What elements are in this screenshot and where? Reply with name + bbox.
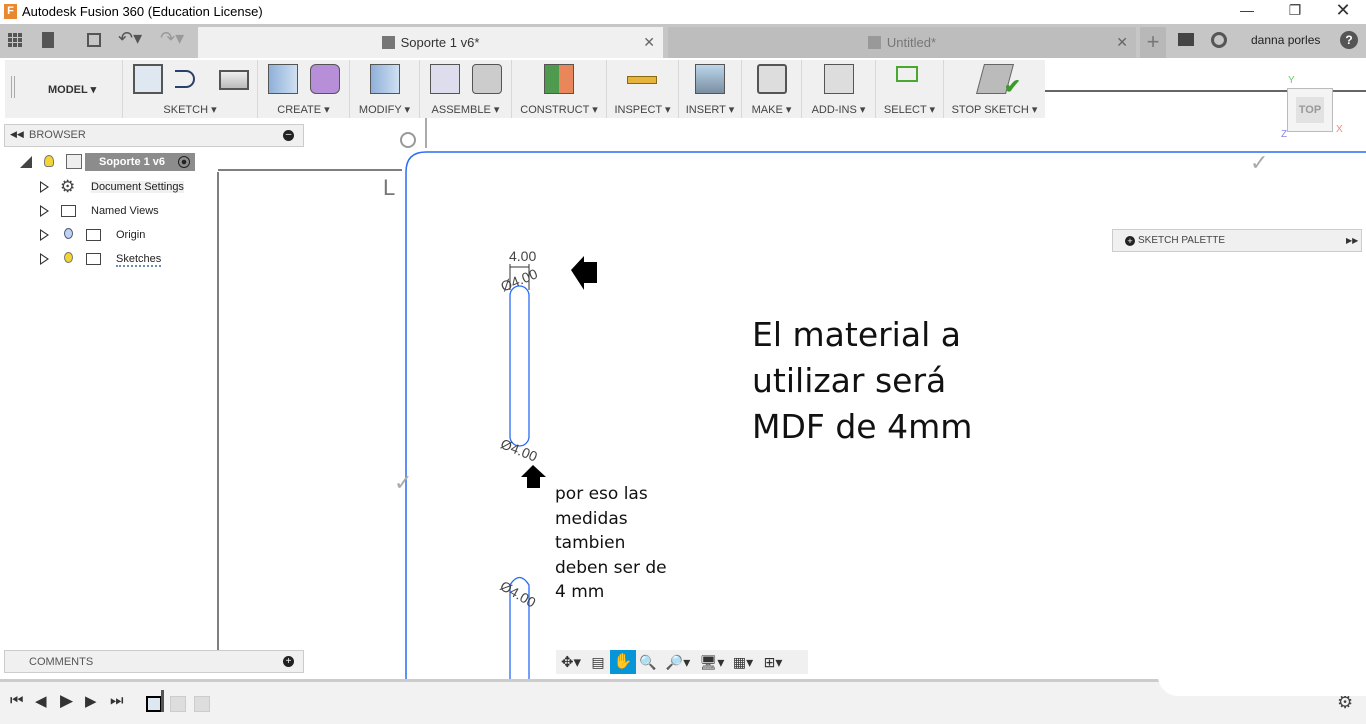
step-forward-icon[interactable]: ▶ [85, 692, 97, 710]
zoom-icon[interactable]: 🔍 [636, 654, 660, 671]
sketch-text-measures[interactable]: por eso las medidas tambien deben ser de… [555, 482, 667, 605]
lightbulb-icon[interactable] [44, 155, 54, 167]
dimension-width[interactable]: 4.00 [509, 248, 536, 264]
text-line: tambien [555, 533, 626, 553]
look-at-icon[interactable]: ▤ [586, 654, 610, 671]
browser-item-sketches[interactable]: Sketches [38, 249, 173, 269]
expand-arrows-icon[interactable]: ▶▶ [1346, 236, 1358, 245]
expand-icon[interactable] [40, 229, 49, 241]
orbit-icon[interactable]: ✥▾ [556, 653, 586, 671]
pan-icon[interactable]: ✋ [610, 650, 636, 674]
lightbulb-icon[interactable] [64, 252, 73, 263]
axis-x-label: X [1336, 124, 1343, 135]
browser-title: BROWSER [29, 129, 86, 141]
play-icon[interactable]: ▶ [60, 691, 73, 711]
constraint-icon: ✓ [394, 470, 412, 495]
step-back-icon[interactable]: ◀ [35, 692, 47, 710]
collapse-icon[interactable]: ◀◀ [10, 129, 24, 140]
axis-z-label: Z [1281, 129, 1288, 140]
viewcube-face-top[interactable]: TOP [1296, 97, 1324, 123]
expand-icon[interactable] [40, 253, 49, 265]
timeline-sketch-icon[interactable] [146, 696, 162, 712]
gear-icon: ⚙ [60, 177, 76, 196]
axis-y-label: Y [1288, 75, 1295, 86]
sketch-canvas[interactable]: ✓ ✓ L [0, 0, 1366, 724]
item-label: Origin [116, 229, 146, 241]
fit-icon[interactable]: 🔎▾ [660, 654, 696, 671]
item-label: Sketches [116, 253, 162, 267]
add-comment-icon[interactable]: + [283, 656, 294, 667]
component-icon [66, 154, 82, 169]
browser-root[interactable]: Soporte 1 v6 [20, 153, 200, 173]
folder-icon [86, 229, 101, 241]
sketch-palette-title: SKETCH PALETTE [1138, 235, 1226, 246]
blank-region [1158, 676, 1366, 696]
expand-icon[interactable] [40, 181, 49, 193]
text-line: utilizar será [752, 361, 947, 400]
item-label: Named Views [91, 205, 159, 217]
text-line: por eso las [555, 484, 648, 504]
text-line: deben ser de [555, 557, 667, 578]
go-to-start-icon[interactable]: ⏮ [10, 692, 24, 709]
sketch-text-material[interactable]: El material a utilizar será MDF de 4mm [752, 312, 972, 450]
viewcube[interactable]: TOP [1287, 88, 1333, 132]
viewports-icon[interactable]: ⊞▾ [758, 654, 788, 671]
comments-title: COMMENTS [29, 656, 94, 668]
sketch-palette-header[interactable]: + SKETCH PALETTE ▶▶ [1112, 229, 1362, 252]
text-line: MDF de 4mm [752, 407, 973, 446]
comments-panel-header[interactable]: COMMENTS + [4, 650, 304, 673]
browser-item-origin[interactable]: Origin [38, 225, 153, 245]
orbit-icon[interactable] [400, 132, 416, 148]
text-line: 4 mm [555, 582, 605, 602]
timeline-image-icon[interactable] [170, 696, 186, 712]
folder-icon [86, 253, 101, 265]
text-line: El material a [752, 315, 961, 354]
display-settings-icon[interactable]: 🖥▾ [696, 654, 728, 671]
minus-icon[interactable]: – [283, 130, 294, 141]
expand-plus-icon[interactable]: + [1125, 236, 1135, 246]
browser-item-named-views[interactable]: Named Views [38, 201, 168, 221]
slot-1[interactable] [509, 285, 530, 447]
browser-item-document-settings[interactable]: ⚙ Document Settings [38, 177, 192, 197]
arrow-left-icon [571, 256, 597, 290]
folder-icon [61, 205, 76, 217]
navigation-bar: ✥▾ ▤ ✋ 🔍 🔎▾ 🖥▾ ▦▾ ⊞▾ [556, 650, 808, 674]
browser-panel-header[interactable]: ◀◀ BROWSER – [4, 124, 304, 147]
expand-icon[interactable] [40, 205, 49, 217]
origin-icon: L [383, 175, 395, 200]
go-to-end-icon[interactable]: ⏭ [110, 692, 124, 709]
expand-triangle-icon[interactable] [20, 156, 32, 168]
lightbulb-icon[interactable] [64, 228, 73, 239]
text-line: medidas [555, 508, 628, 529]
arrow-up-icon [521, 465, 546, 488]
activate-radio-icon[interactable] [178, 156, 190, 168]
grid-icon[interactable]: ▦▾ [728, 654, 758, 671]
constraint-icon: ✓ [1250, 150, 1268, 175]
timeline-image-icon[interactable] [194, 696, 210, 712]
item-label: Document Settings [91, 181, 184, 193]
